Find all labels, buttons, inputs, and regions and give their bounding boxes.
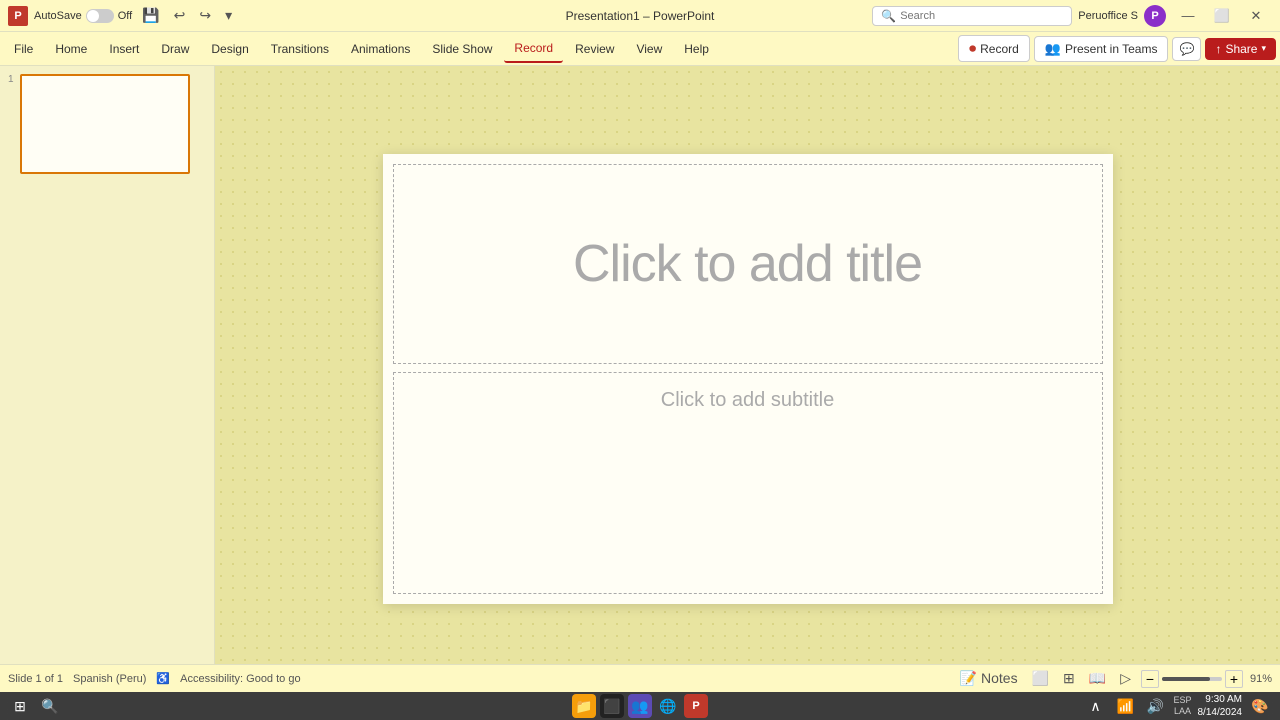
tab-insert[interactable]: Insert bbox=[99, 36, 149, 62]
autosave-state: Off bbox=[118, 10, 132, 22]
zoom-control: − + 91% bbox=[1141, 670, 1272, 688]
restore-button[interactable]: ⬜ bbox=[1206, 4, 1238, 28]
tab-design[interactable]: Design bbox=[201, 36, 258, 62]
tab-view[interactable]: View bbox=[626, 36, 672, 62]
ribbon-actions: ⏺ Record 👥 Present in Teams 💬 ↑ Share ▾ bbox=[958, 35, 1276, 62]
taskbar-chevron-button[interactable]: ∧ bbox=[1083, 694, 1107, 718]
taskbar-theme-icon[interactable]: 🎨 bbox=[1248, 694, 1272, 718]
zoom-in-button[interactable]: + bbox=[1225, 670, 1243, 688]
taskbar-clock[interactable]: 9:30 AM 8/14/2024 bbox=[1198, 693, 1243, 719]
taskbar: ⊞ 🔍 📁 ⬛ 👥 🌐 P ∧ 📶 🔊 ESPLAA 9:30 AM 8/14/… bbox=[0, 692, 1280, 720]
window-title: Presentation1 – PowerPoint bbox=[566, 9, 715, 23]
close-button[interactable]: ✕ bbox=[1240, 4, 1272, 28]
title-bar: P AutoSave Off 💾 ↩ ↪ ▾ Presentation1 – P… bbox=[0, 0, 1280, 32]
notes-toggle-button[interactable]: 📝 Notes bbox=[956, 668, 1022, 689]
minimize-button[interactable]: — bbox=[1172, 4, 1204, 28]
comment-icon: 💬 bbox=[1179, 42, 1194, 56]
tab-help[interactable]: Help bbox=[674, 36, 719, 62]
record-label: Record bbox=[980, 42, 1019, 56]
tab-draw[interactable]: Draw bbox=[151, 36, 199, 62]
record-button[interactable]: ⏺ Record bbox=[958, 35, 1030, 62]
share-dropdown-arrow: ▾ bbox=[1261, 43, 1266, 54]
teams-icon: 👥 bbox=[1045, 41, 1061, 57]
zoom-level: 91% bbox=[1250, 673, 1272, 685]
title-placeholder[interactable]: Click to add title bbox=[573, 234, 922, 294]
slide-canvas[interactable]: Click to add title Click to add subtitle bbox=[383, 154, 1113, 604]
canvas-area[interactable]: Click to add title Click to add subtitle bbox=[215, 66, 1280, 692]
reading-view-button[interactable]: 📖 bbox=[1085, 668, 1110, 689]
share-label: Share bbox=[1225, 42, 1257, 56]
taskbar-teams[interactable]: 👥 bbox=[628, 694, 652, 718]
taskbar-powerpoint[interactable]: P bbox=[684, 694, 708, 718]
taskbar-file-explorer[interactable]: 📁 bbox=[572, 694, 596, 718]
autosave-toggle[interactable] bbox=[86, 9, 114, 23]
main-area: 1 Click to add title Click to add subtit… bbox=[0, 66, 1280, 692]
subtitle-text-box[interactable]: Click to add subtitle bbox=[393, 372, 1103, 594]
redo-button[interactable]: ↪ bbox=[195, 5, 215, 26]
search-icon: 🔍 bbox=[881, 9, 896, 23]
window-controls: — ⬜ ✕ bbox=[1172, 4, 1272, 28]
start-button[interactable]: ⊞ bbox=[8, 694, 32, 718]
notes-label: Notes bbox=[981, 670, 1018, 686]
zoom-slider[interactable] bbox=[1162, 677, 1222, 681]
accessibility-icon: ♿ bbox=[156, 672, 170, 685]
search-input[interactable] bbox=[900, 10, 1060, 22]
slide-sorter-button[interactable]: ⊞ bbox=[1059, 668, 1079, 689]
taskbar-apps: 📁 ⬛ 👥 🌐 P bbox=[572, 694, 708, 718]
status-bar: Slide 1 of 1 Spanish (Peru) ♿ Accessibil… bbox=[0, 664, 1280, 692]
normal-view-button[interactable]: ⬜ bbox=[1028, 668, 1053, 689]
taskbar-chrome[interactable]: 🌐 bbox=[656, 694, 680, 718]
autosave-area: AutoSave Off bbox=[34, 9, 132, 23]
slideshow-button[interactable]: ▷ bbox=[1116, 668, 1135, 689]
notes-icon: 📝 bbox=[960, 670, 977, 686]
share-icon: ↑ bbox=[1215, 42, 1221, 56]
tab-slideshow[interactable]: Slide Show bbox=[422, 36, 502, 62]
tab-review[interactable]: Review bbox=[565, 36, 624, 62]
taskbar-time-value: 9:30 AM bbox=[1198, 693, 1243, 706]
tab-record[interactable]: Record bbox=[504, 35, 563, 63]
title-bar-right: 🔍 Peruoffice S P — ⬜ ✕ bbox=[872, 4, 1272, 28]
taskbar-date-value: 8/14/2024 bbox=[1198, 706, 1243, 719]
undo-button[interactable]: ↩ bbox=[170, 5, 190, 26]
tab-file[interactable]: File bbox=[4, 36, 43, 62]
record-circle-icon: ⏺ bbox=[969, 40, 976, 57]
zoom-out-button[interactable]: − bbox=[1141, 670, 1159, 688]
taskbar-right: ∧ 📶 🔊 ESPLAA 9:30 AM 8/14/2024 🎨 bbox=[1083, 693, 1272, 719]
customize-button[interactable]: ▾ bbox=[221, 5, 236, 26]
slides-panel: 1 bbox=[0, 66, 215, 692]
taskbar-terminal[interactable]: ⬛ bbox=[600, 694, 624, 718]
title-text-box[interactable]: Click to add title bbox=[393, 164, 1103, 364]
save-button[interactable]: 💾 bbox=[138, 5, 163, 26]
language-info: Spanish (Peru) bbox=[73, 673, 146, 685]
teams-label: Present in Teams bbox=[1065, 42, 1158, 56]
present-in-teams-button[interactable]: 👥 Present in Teams bbox=[1034, 36, 1169, 62]
tab-transitions[interactable]: Transitions bbox=[261, 36, 339, 62]
slide-info: Slide 1 of 1 bbox=[8, 673, 63, 685]
comments-button[interactable]: 💬 bbox=[1172, 37, 1201, 61]
status-bar-right: 📝 Notes ⬜ ⊞ 📖 ▷ − + 91% bbox=[956, 668, 1272, 689]
powerpoint-app-icon: P bbox=[8, 6, 28, 26]
taskbar-volume-icon[interactable]: 🔊 bbox=[1143, 694, 1167, 718]
username-label: Peruoffice S bbox=[1078, 10, 1138, 22]
user-avatar[interactable]: P bbox=[1144, 5, 1166, 27]
subtitle-placeholder[interactable]: Click to add subtitle bbox=[661, 389, 834, 412]
tab-animations[interactable]: Animations bbox=[341, 36, 420, 62]
autosave-label: AutoSave bbox=[34, 10, 82, 22]
search-box[interactable]: 🔍 bbox=[872, 6, 1072, 26]
share-button[interactable]: ↑ Share ▾ bbox=[1205, 38, 1276, 60]
slide-thumbnail[interactable] bbox=[20, 74, 190, 174]
slide-number: 1 bbox=[8, 74, 14, 85]
ribbon: File Home Insert Draw Design Transitions… bbox=[0, 32, 1280, 66]
taskbar-network-icon[interactable]: 📶 bbox=[1113, 694, 1137, 718]
slide-list-item[interactable]: 1 bbox=[8, 74, 206, 174]
title-bar-left: P AutoSave Off 💾 ↩ ↪ ▾ bbox=[8, 5, 236, 26]
tab-home[interactable]: Home bbox=[45, 36, 97, 62]
taskbar-language: ESPLAA bbox=[1173, 695, 1191, 717]
taskbar-search-button[interactable]: 🔍 bbox=[38, 694, 62, 718]
accessibility-info: Accessibility: Good to go bbox=[180, 673, 300, 685]
